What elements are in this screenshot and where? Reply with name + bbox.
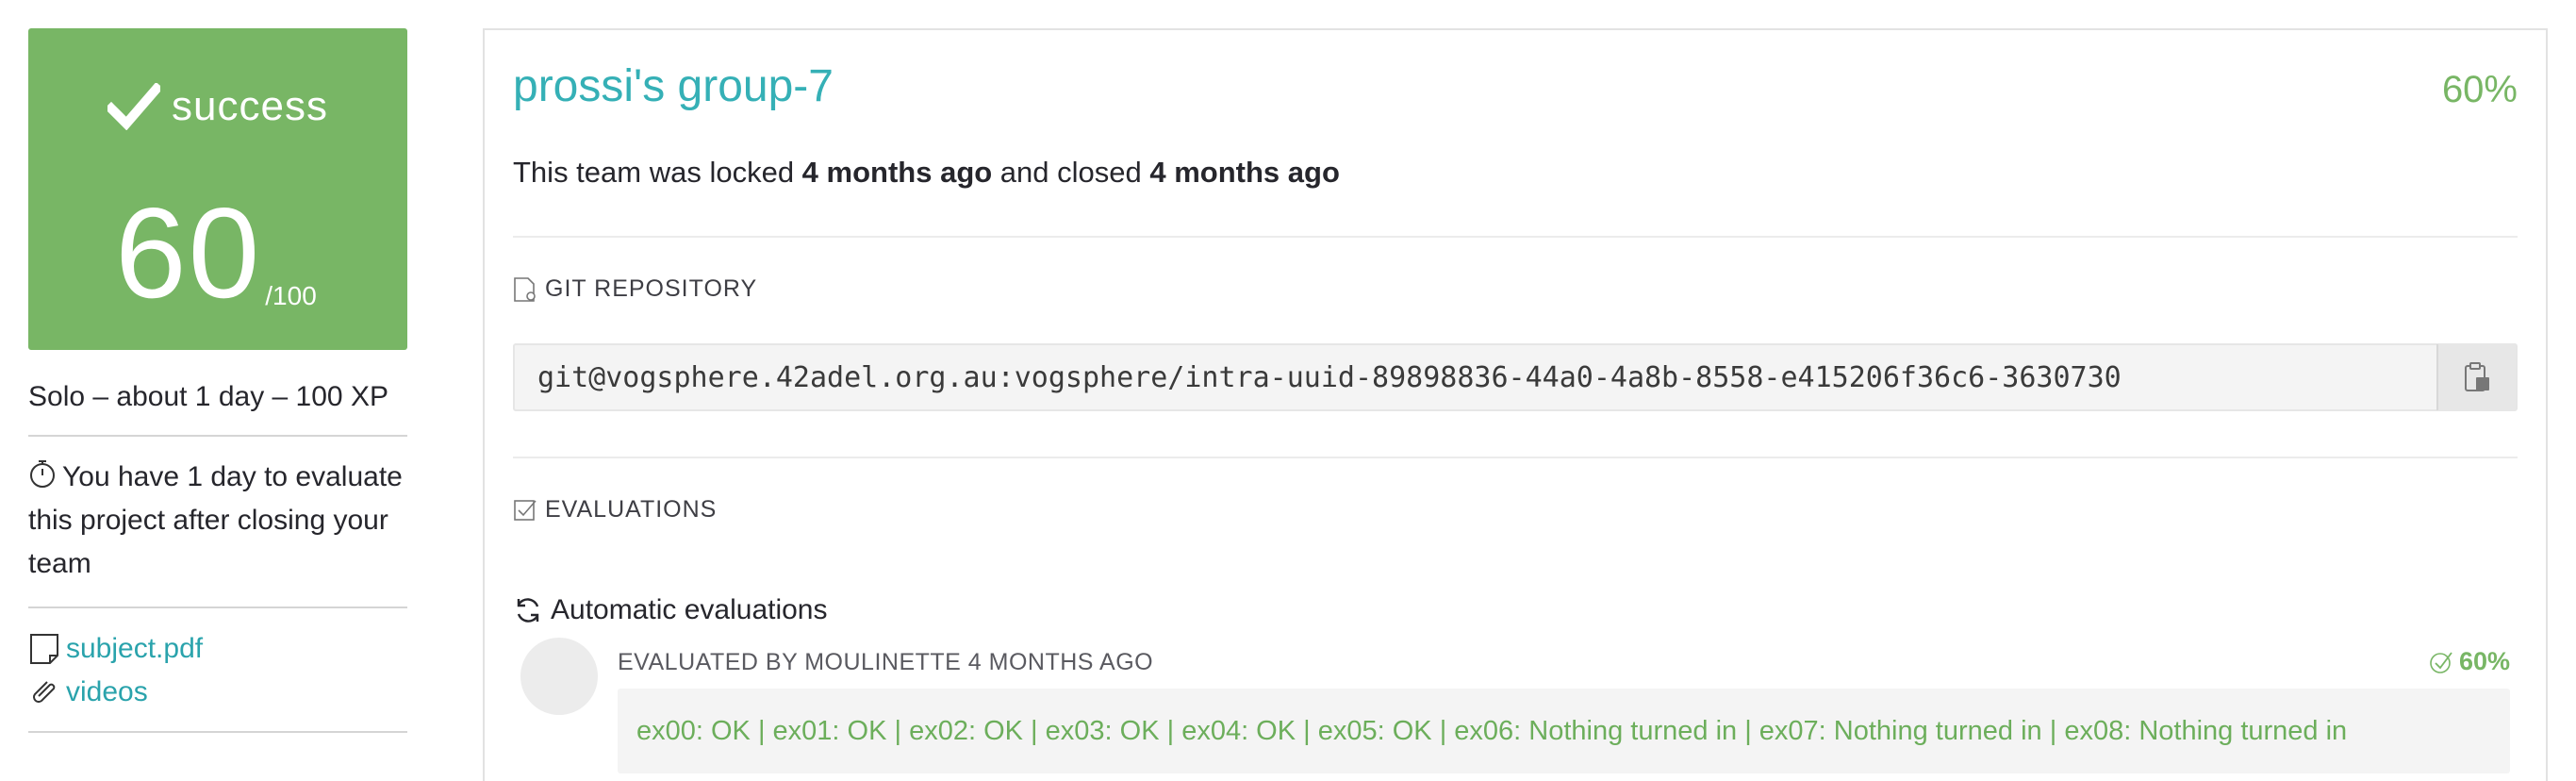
evaluation-percent-value: 60%: [2458, 647, 2510, 675]
evaluations-section-title: EVALUATIONS: [545, 496, 718, 523]
project-page: success 60 /100 Solo – about 1 day – 100…: [0, 0, 2576, 781]
score-max: /100: [265, 281, 317, 310]
checkbox-icon: [514, 499, 537, 521]
checkmark-icon: [107, 83, 161, 130]
project-links: subject.pdf videos: [28, 608, 407, 733]
videos-link[interactable]: videos: [66, 676, 148, 708]
score-card: success 60 /100: [28, 28, 407, 350]
videos-link-row[interactable]: videos: [28, 671, 407, 714]
divider: [513, 457, 2518, 458]
paperclip-icon: [33, 681, 56, 703]
evaluation-note-text: You have 1 day to evaluate this project …: [28, 461, 403, 579]
lock-middle: and closed: [992, 156, 1150, 189]
git-section-title: GIT REPOSITORY: [545, 275, 758, 302]
stopwatch-icon: [30, 460, 55, 488]
locked-ago: 4 months ago: [801, 156, 993, 189]
team-title-link[interactable]: prossi's group-7: [513, 58, 834, 115]
lock-prefix: This team was locked: [513, 156, 802, 189]
git-file-icon: [514, 276, 536, 302]
copy-button[interactable]: [2436, 344, 2516, 410]
evaluations-section-label: EVALUATIONS: [513, 496, 717, 523]
team-lock-status: This team was locked 4 months ago and cl…: [513, 153, 1340, 192]
check-circle-icon: [2430, 651, 2452, 673]
git-section-label: GIT REPOSITORY: [513, 275, 757, 303]
project-sidebar: success 60 /100 Solo – about 1 day – 100…: [28, 28, 407, 733]
avatar: [520, 638, 598, 715]
evaluated-by: EVALUATED BY MOULINETTE 4 MONTHS AGO: [618, 649, 1154, 675]
automatic-evaluations-heading: Automatic evaluations: [513, 594, 828, 626]
evaluation-percent: 60%: [2429, 647, 2510, 676]
git-repository-field[interactable]: git@vogsphere.42adel.org.au:vogsphere/in…: [513, 343, 2518, 411]
closed-ago: 4 months ago: [1149, 156, 1340, 189]
refresh-icon: [517, 598, 539, 623]
team-percent: 60%: [2441, 69, 2518, 110]
evaluation-result: ex00: OK | ex01: OK | ex02: OK | ex03: O…: [618, 689, 2510, 773]
team-panel: prossi's group-7 60% This team was locke…: [483, 28, 2548, 781]
git-repository-url[interactable]: git@vogsphere.42adel.org.au:vogsphere/in…: [515, 361, 2436, 394]
automatic-evaluations-label: Automatic evaluations: [551, 594, 828, 625]
clipboard-icon: [2465, 362, 2489, 391]
divider: [513, 236, 2518, 238]
status-row: success: [28, 83, 407, 130]
status-label: success: [172, 83, 328, 129]
evaluation-deadline-note: You have 1 day to evaluate this project …: [28, 437, 407, 608]
project-meta: Solo – about 1 day – 100 XP: [28, 378, 407, 437]
score-row: 60 /100: [115, 189, 317, 317]
score-value: 60: [115, 181, 262, 324]
subject-link-row[interactable]: subject.pdf: [28, 627, 407, 671]
subject-link[interactable]: subject.pdf: [66, 633, 203, 665]
document-icon: [30, 634, 58, 664]
